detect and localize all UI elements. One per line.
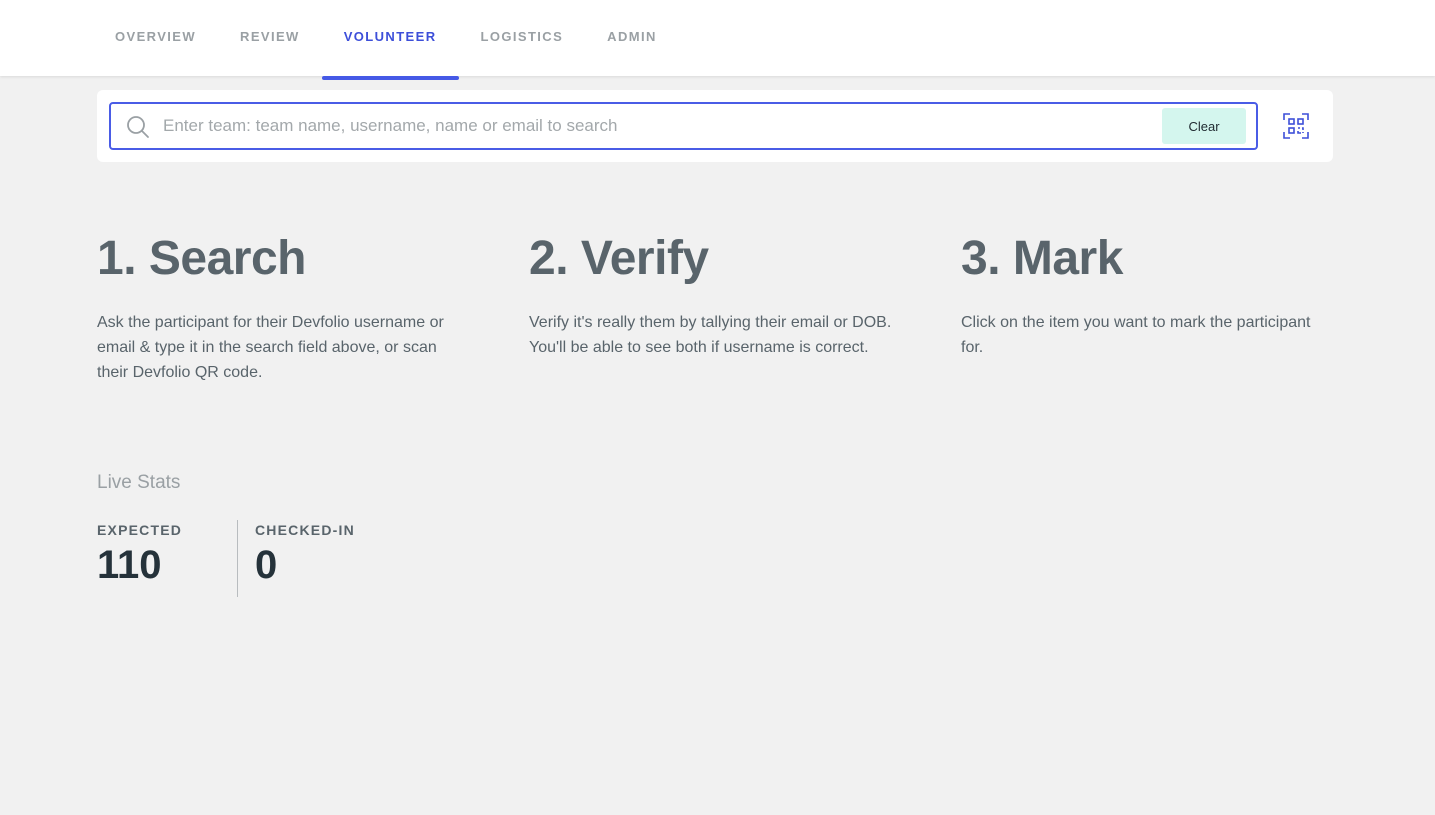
tab-review[interactable]: REVIEW <box>218 0 322 76</box>
qr-scan-icon[interactable] <box>1283 113 1309 139</box>
tab-overview[interactable]: OVERVIEW <box>93 0 218 76</box>
step-description: Ask the participant for their Devfolio u… <box>97 314 444 381</box>
clear-button[interactable]: Clear <box>1162 108 1246 144</box>
stat-label: CHECKED-IN <box>255 522 355 538</box>
step-verify: 2. Verify Verify it's really them by tal… <box>529 230 909 360</box>
search-input[interactable] <box>163 104 1153 148</box>
step-description: Click on the item you want to mark the p… <box>961 314 1311 356</box>
tab-logistics[interactable]: LOGISTICS <box>459 0 586 76</box>
search-card: Clear <box>97 90 1333 162</box>
stat-value: 110 <box>97 543 162 587</box>
search-box: Clear <box>109 102 1258 150</box>
live-stats-title: Live Stats <box>97 472 181 493</box>
tab-admin[interactable]: ADMIN <box>585 0 679 76</box>
step-description: Verify it's really them by tallying thei… <box>529 314 892 356</box>
tab-volunteer[interactable]: VOLUNTEER <box>321 0 459 80</box>
step-title: 1. Search <box>97 232 306 285</box>
stat-label: EXPECTED <box>97 522 183 538</box>
stat-value: 0 <box>255 543 278 587</box>
search-icon <box>126 115 150 139</box>
step-search: 1. Search Ask the participant for their … <box>97 230 477 385</box>
stat-divider <box>237 520 238 597</box>
stat-checked-in: CHECKED-IN 0 <box>255 522 355 586</box>
stat-expected: EXPECTED 110 <box>97 522 182 586</box>
nav-tabs: OVERVIEW REVIEW VOLUNTEER LOGISTICS ADMI… <box>93 0 679 80</box>
step-title: 3. Mark <box>961 232 1123 285</box>
step-mark: 3. Mark Click on the item you want to ma… <box>961 230 1341 360</box>
step-title: 2. Verify <box>529 232 709 285</box>
top-navigation: OVERVIEW REVIEW VOLUNTEER LOGISTICS ADMI… <box>0 0 1435 80</box>
